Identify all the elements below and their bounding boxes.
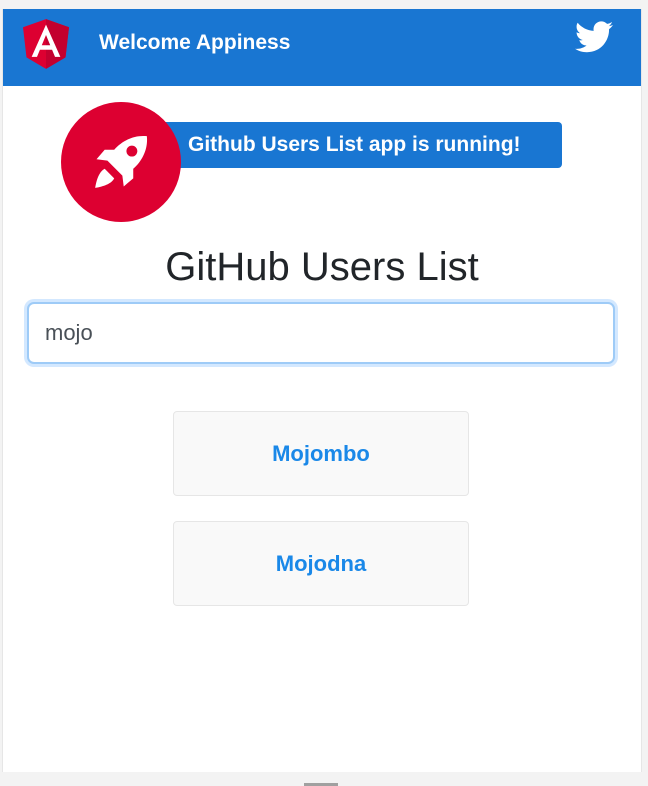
page-title: GitHub Users List <box>165 245 479 289</box>
user-name[interactable]: Mojombo <box>272 441 370 467</box>
angular-logo-icon <box>23 19 69 69</box>
rocket-icon <box>95 135 148 188</box>
user-list: Mojombo Mojodna <box>173 411 469 631</box>
list-item[interactable]: Mojodna <box>173 521 469 606</box>
list-item[interactable]: Mojombo <box>173 411 469 496</box>
toolbar: Welcome Appiness <box>3 9 641 86</box>
search-input[interactable] <box>27 302 615 364</box>
status-banner: Github Users List app is running! <box>158 122 562 168</box>
app-window: Welcome Appiness Github Users List app i… <box>2 9 642 772</box>
user-name[interactable]: Mojodna <box>276 551 366 577</box>
toolbar-title: Welcome Appiness <box>99 31 291 54</box>
status-banner-text: Github Users List app is running! <box>188 133 521 156</box>
twitter-icon[interactable] <box>575 21 613 53</box>
rocket-badge <box>61 102 181 222</box>
